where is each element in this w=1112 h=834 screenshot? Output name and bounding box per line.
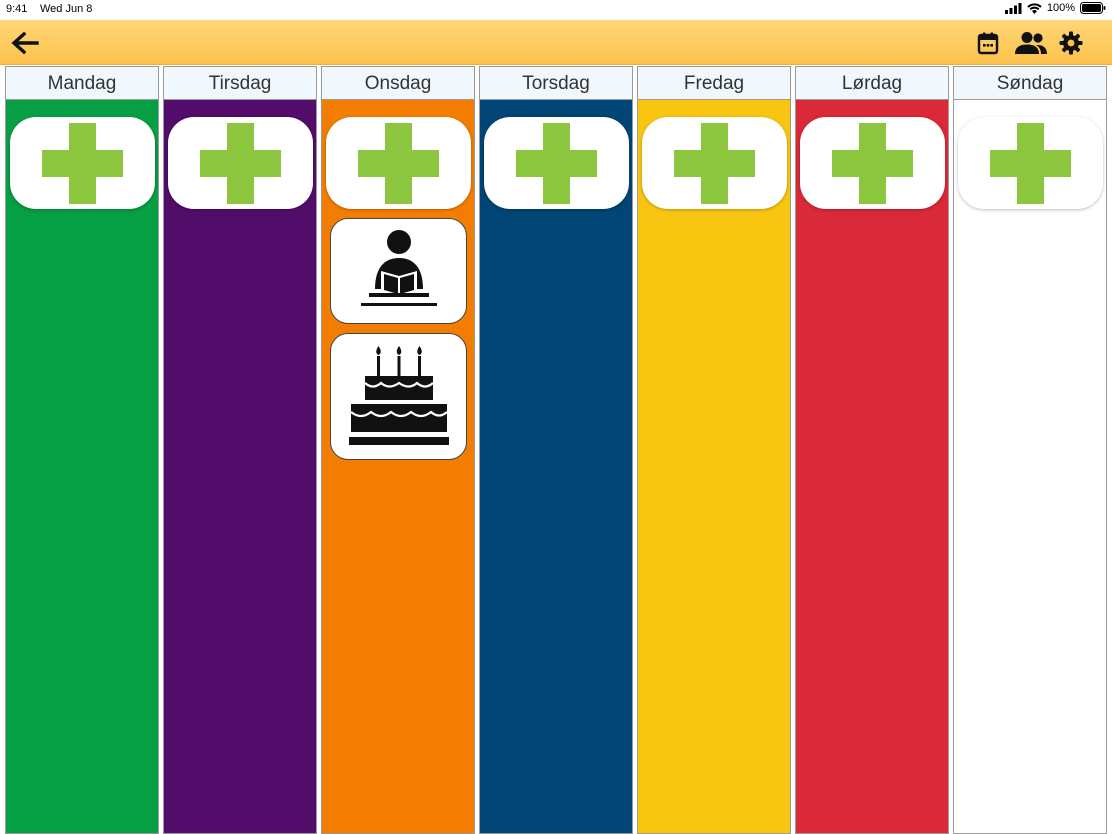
day-body xyxy=(322,100,474,833)
add-activity-button[interactable] xyxy=(326,117,471,209)
plus-icon xyxy=(832,123,913,204)
day-body xyxy=(164,100,316,833)
day-header: Mandag xyxy=(6,67,158,100)
day-column-fredag: Fredag xyxy=(637,66,791,834)
calendar-button[interactable] xyxy=(976,31,1002,55)
battery-percent: 100% xyxy=(1046,2,1075,14)
activity-card-birthday[interactable] xyxy=(330,333,467,460)
day-body xyxy=(796,100,948,833)
day-header: Lørdag xyxy=(796,67,948,100)
plus-icon xyxy=(516,123,597,204)
day-column-tirsdag: Tirsdag xyxy=(163,66,317,834)
plus-icon xyxy=(200,123,281,204)
day-header: Onsdag xyxy=(322,67,474,100)
add-activity-button[interactable] xyxy=(642,117,787,209)
add-activity-button[interactable] xyxy=(10,117,155,209)
app-toolbar xyxy=(0,20,1112,65)
day-column-mandag: Mandag xyxy=(5,66,159,834)
calendar-icon xyxy=(977,32,999,55)
day-column-onsdag: Onsdag xyxy=(321,66,475,834)
birthday-cake-icon xyxy=(349,346,449,445)
day-header: Tirsdag xyxy=(164,67,316,100)
activity-card-reading[interactable] xyxy=(330,218,467,324)
plus-icon xyxy=(358,123,439,204)
add-activity-button[interactable] xyxy=(168,117,313,209)
week-planner: Mandag Tirsdag Onsdag Torsdag Fredag Lør… xyxy=(5,66,1107,834)
day-header: Torsdag xyxy=(480,67,632,100)
day-body xyxy=(638,100,790,833)
arrow-left-icon xyxy=(11,31,39,55)
status-date: Wed Jun 8 xyxy=(40,3,93,15)
back-button[interactable] xyxy=(10,30,40,56)
reading-icon xyxy=(361,230,437,306)
plus-icon xyxy=(42,123,123,204)
day-header: Fredag xyxy=(638,67,790,100)
day-column-lordag: Lørdag xyxy=(795,66,949,834)
status-right: 100% xyxy=(1004,2,1106,14)
people-button[interactable] xyxy=(1014,31,1048,55)
add-activity-button[interactable] xyxy=(958,117,1103,209)
day-body xyxy=(480,100,632,833)
gear-icon xyxy=(1059,31,1083,55)
add-activity-button[interactable] xyxy=(800,117,945,209)
plus-icon xyxy=(990,123,1071,204)
status-time: 9:41 xyxy=(6,3,28,15)
plus-icon xyxy=(674,123,755,204)
settings-button[interactable] xyxy=(1059,31,1085,55)
day-body xyxy=(6,100,158,833)
day-body xyxy=(954,100,1106,833)
day-header: Søndag xyxy=(954,67,1106,100)
add-activity-button[interactable] xyxy=(484,117,629,209)
wifi-icon xyxy=(1027,2,1042,14)
status-bar: 9:41 Wed Jun 8 100% xyxy=(0,0,1112,20)
signal-icon xyxy=(1004,2,1022,14)
battery-icon xyxy=(1080,2,1106,14)
day-column-sondag: Søndag xyxy=(953,66,1107,834)
day-column-torsdag: Torsdag xyxy=(479,66,633,834)
people-icon xyxy=(1015,32,1047,54)
